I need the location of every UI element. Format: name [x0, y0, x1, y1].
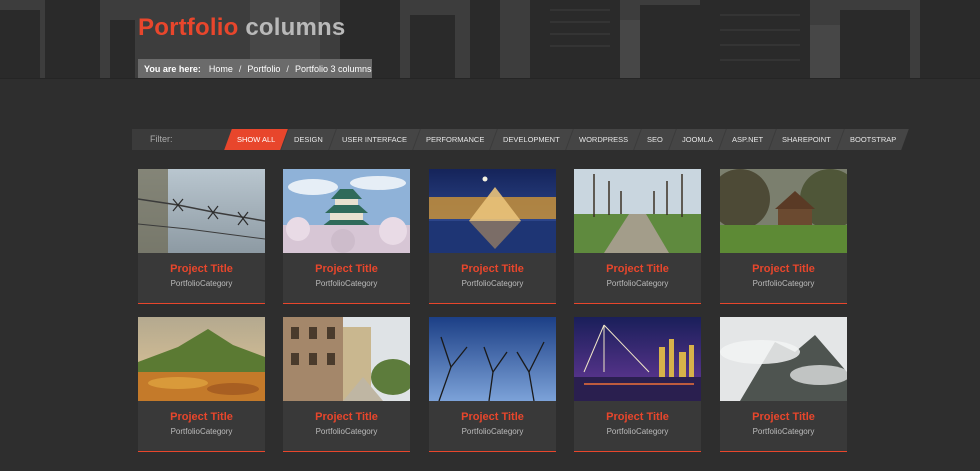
filter-design[interactable]: DESIGN: [281, 129, 336, 150]
portfolio-item[interactable]: Project Title PortfolioCategory: [138, 317, 265, 452]
portfolio-title[interactable]: Project Title: [138, 263, 265, 275]
portfolio-thumbnail-tree-lined-path[interactable]: [574, 169, 701, 253]
filter-item-label: USER INTERFACE: [342, 135, 408, 144]
portfolio-item[interactable]: Project Title PortfolioCategory: [574, 169, 701, 304]
breadcrumb-home-link[interactable]: Home: [209, 64, 233, 74]
portfolio-category: PortfolioCategory: [170, 279, 233, 288]
portfolio-thumbnail-misty-mountain[interactable]: [720, 317, 847, 401]
filter-user-interface[interactable]: USER INTERFACE: [329, 129, 420, 150]
portfolio-item[interactable]: Project Title PortfolioCategory: [574, 317, 701, 452]
portfolio-title[interactable]: Project Title: [574, 263, 701, 275]
portfolio-title[interactable]: Project Title: [283, 263, 410, 275]
portfolio-filter-bar: Filter: SHOW ALL DESIGN USER INTERFACE P…: [138, 129, 910, 150]
portfolio-item[interactable]: Project Title PortfolioCategory: [283, 317, 410, 452]
portfolio-thumbnail-bridge-night[interactable]: [574, 317, 701, 401]
portfolio-item[interactable]: Project Title PortfolioCategory: [429, 169, 556, 304]
portfolio-item[interactable]: Project Title PortfolioCategory: [138, 169, 265, 304]
filter-item-label: ASP.NET: [732, 135, 764, 144]
filter-sharepoint[interactable]: SHAREPOINT: [769, 129, 844, 150]
portfolio-title[interactable]: Project Title: [429, 263, 556, 275]
filter-asp-net[interactable]: ASP.NET: [719, 129, 776, 150]
filter-item-label: SEO: [647, 135, 664, 144]
filter-item-label: BOOTSTRAP: [849, 135, 897, 144]
breadcrumb: You are here: Home / Portfolio / Portfol…: [138, 59, 372, 78]
breadcrumb-separator: /: [238, 64, 242, 74]
page-title: Portfolio columns: [138, 14, 345, 42]
filter-performance[interactable]: PERFORMANCE: [413, 129, 498, 150]
page-header: Portfolio columns You are here: Home / P…: [0, 0, 980, 79]
filter-item-label: JOOMLA: [682, 135, 714, 144]
portfolio-title[interactable]: Project Title: [720, 411, 847, 423]
filter-show-all[interactable]: SHOW ALL: [224, 129, 289, 150]
filter-items: SHOW ALL DESIGN USER INTERFACE PERFORMAN…: [224, 129, 910, 150]
portfolio-category: PortfolioCategory: [606, 279, 669, 288]
portfolio-category: PortfolioCategory: [461, 279, 524, 288]
portfolio-item[interactable]: Project Title PortfolioCategory: [283, 169, 410, 304]
page-title-rest: columns: [245, 14, 346, 41]
portfolio-thumbnail-japanese-castle[interactable]: [283, 169, 410, 253]
filter-item-label: WORDPRESS: [579, 135, 629, 144]
filter-item-label: PERFORMANCE: [426, 135, 485, 144]
portfolio-item[interactable]: Project Title PortfolioCategory: [720, 317, 847, 452]
portfolio-thumbnail-old-street[interactable]: [283, 317, 410, 401]
portfolio-category: PortfolioCategory: [752, 279, 815, 288]
filter-item-label: DESIGN: [294, 135, 324, 144]
portfolio-item[interactable]: Project Title PortfolioCategory: [429, 317, 556, 452]
portfolio-title[interactable]: Project Title: [283, 411, 410, 423]
breadcrumb-portfolio-link[interactable]: Portfolio: [247, 64, 280, 74]
filter-item-label: DEVELOPMENT: [503, 135, 561, 144]
portfolio-title[interactable]: Project Title: [574, 411, 701, 423]
portfolio-title[interactable]: Project Title: [429, 411, 556, 423]
filter-item-label: SHAREPOINT: [782, 135, 831, 144]
portfolio-category: PortfolioCategory: [752, 427, 815, 436]
portfolio-category: PortfolioCategory: [606, 427, 669, 436]
filter-label: Filter:: [150, 134, 173, 144]
portfolio-category: PortfolioCategory: [170, 427, 233, 436]
portfolio-thumbnail-mountain-meadow[interactable]: [138, 317, 265, 401]
portfolio-thumbnail-louvre-pyramid[interactable]: [429, 169, 556, 253]
portfolio-category: PortfolioCategory: [315, 279, 378, 288]
portfolio-category: PortfolioCategory: [461, 427, 524, 436]
breadcrumb-current: Portfolio 3 columns: [294, 64, 372, 74]
breadcrumb-label: You are here:: [144, 64, 201, 74]
portfolio-category: PortfolioCategory: [315, 427, 378, 436]
portfolio-thumbnail-farmhouse[interactable]: [720, 169, 847, 253]
filter-wordpress[interactable]: WORDPRESS: [566, 129, 642, 150]
filter-development[interactable]: DEVELOPMENT: [490, 129, 573, 150]
portfolio-thumbnail-bare-trees-sky[interactable]: [429, 317, 556, 401]
filter-item-label: SHOW ALL: [237, 135, 276, 144]
page-title-accent: Portfolio: [138, 14, 239, 41]
portfolio-title[interactable]: Project Title: [720, 263, 847, 275]
filter-joomla[interactable]: JOOMLA: [669, 129, 726, 150]
breadcrumb-separator: /: [286, 64, 289, 74]
filter-bootstrap[interactable]: BOOTSTRAP: [837, 129, 910, 150]
portfolio-item[interactable]: Project Title PortfolioCategory: [720, 169, 847, 304]
portfolio-thumbnail-barbed-wire[interactable]: [138, 169, 265, 253]
portfolio-title[interactable]: Project Title: [138, 411, 265, 423]
